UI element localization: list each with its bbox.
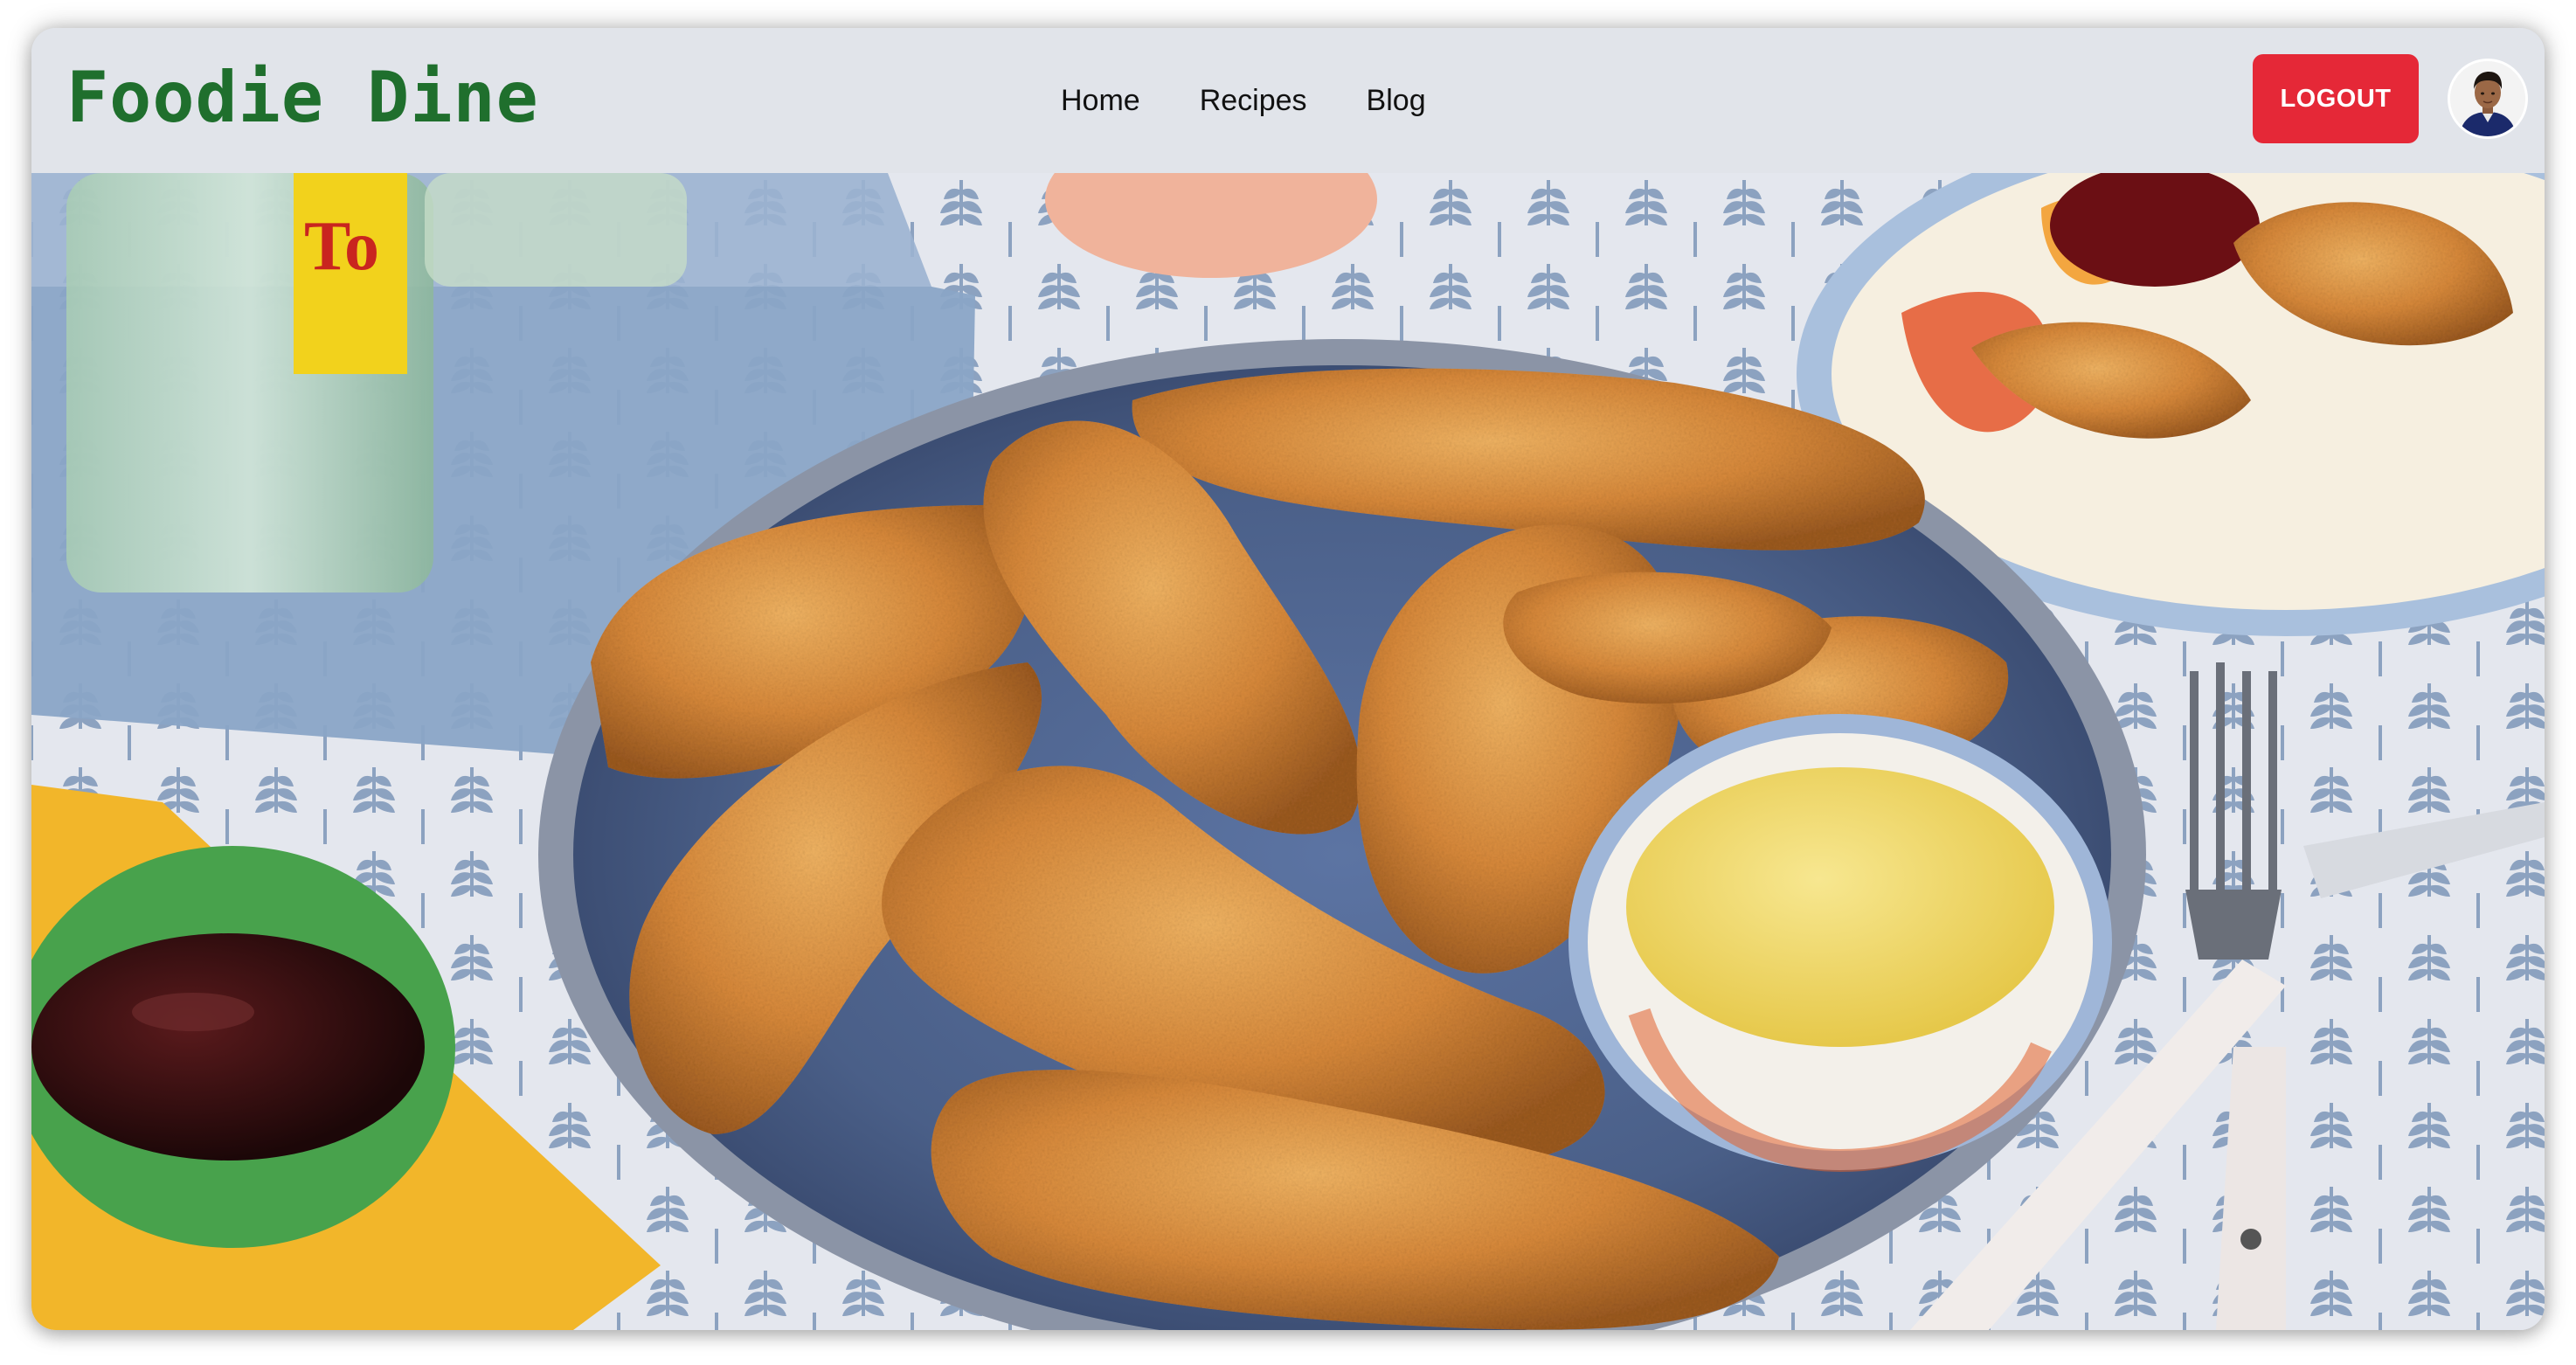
hero-food-image: To <box>31 173 2545 1330</box>
svg-text:To: To <box>304 208 379 285</box>
nav-link-blog[interactable]: Blog <box>1367 84 1426 118</box>
user-avatar-icon <box>2450 61 2525 136</box>
hero-banner: To <box>31 173 2545 1330</box>
brand-logo[interactable]: Foodie Dine <box>66 54 539 142</box>
navbar: Foodie Dine Home Recipes Blog LOGOUT <box>31 28 2545 173</box>
nav-link-home[interactable]: Home <box>1061 84 1140 118</box>
user-avatar[interactable] <box>2450 61 2525 136</box>
main-nav: Home Recipes Blog <box>1061 28 1485 173</box>
logout-button[interactable]: LOGOUT <box>2253 54 2419 143</box>
nav-link-recipes[interactable]: Recipes <box>1200 84 1307 118</box>
app-window: Foodie Dine Home Recipes Blog LOGOUT To <box>31 28 2545 1330</box>
